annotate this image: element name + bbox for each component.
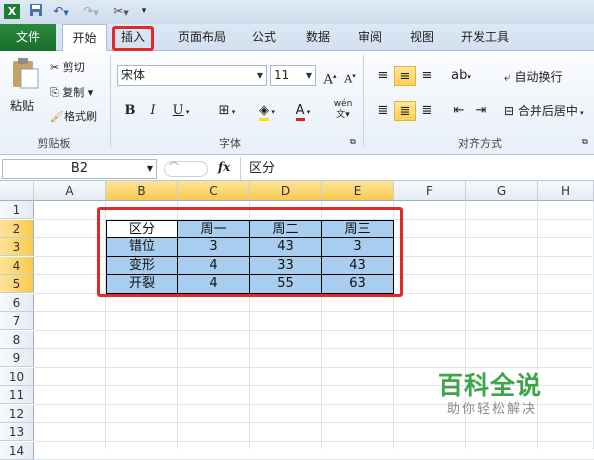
quick-access-toolbar: X ↶▼ ↷▼ ✂▼ ▾ [0,0,594,24]
cut-button[interactable]: ✂ 剪切 [50,59,85,77]
row-header-9[interactable]: 9 [0,349,34,367]
format-painter-button[interactable]: 🖌格式刷 [50,108,97,126]
column-header-B[interactable]: B [106,181,178,201]
row-header-4[interactable]: 4 [0,256,34,275]
align-right-icon[interactable]: ≣ [416,101,438,121]
row-header-5[interactable]: 5 [0,275,34,293]
borders-icon[interactable]: ⊞ ▾ [212,101,242,121]
row-header-3[interactable]: 3 [0,238,34,256]
tab-home[interactable]: 开始 [62,24,107,52]
align-top-icon[interactable]: ≡ [372,66,394,86]
tab-developer[interactable]: 开发工具 [452,24,518,51]
align-bottom-icon[interactable]: ≡ [416,66,438,86]
scissors-icon: ✂ [50,61,63,74]
row-header-7[interactable]: 7 [0,312,34,330]
column-header-F[interactable]: F [394,181,466,201]
font-size-select[interactable]: 11 ▼ [270,65,316,86]
merge-icon: ⊟ [504,104,518,118]
chevron-down-icon: ▼ [256,71,263,80]
font-color-icon[interactable]: A ▾ [288,101,318,121]
bold-button[interactable]: B [119,101,141,121]
formula-resize-icon[interactable]: ⌒ [164,161,208,177]
grow-font-icon[interactable]: A▴ [319,66,341,87]
font-dialog-launcher-icon[interactable]: ⧉ [350,133,356,151]
paste-icon [13,58,39,89]
gridline [34,311,594,312]
watermark-subtitle: 助你轻松解决 [447,402,538,417]
gridline [34,440,594,442]
chevron-down-icon: ▼ [305,71,312,80]
column-header-D[interactable]: D [250,181,322,201]
row-header-6[interactable]: 6 [0,293,34,312]
tab-data[interactable]: 数据 [298,24,338,51]
row-header-2[interactable]: 2 [0,219,34,238]
increase-indent-icon[interactable]: ⇥ [470,101,492,121]
tab-file[interactable]: 文件 [0,24,56,51]
align-center-icon[interactable]: ≣ [394,101,416,121]
gridline [537,201,538,449]
align-left-icon[interactable]: ≣ [372,101,394,121]
function-icon[interactable]: fx [218,160,230,174]
brush-icon: 🖌 [50,110,64,123]
paste-button[interactable]: 粘贴 [8,57,42,121]
save-icon[interactable] [28,3,44,20]
merge-center-button[interactable]: ⊟ 合并后居中 ▾ [504,102,584,122]
shrink-font-icon[interactable]: A▾ [339,66,361,86]
insert-tab-highlight [112,26,154,51]
gridline [34,348,594,349]
wrap-text-icon: ⤶ [504,70,515,84]
wrap-text-button[interactable]: ⤶ 自动换行 [504,68,563,86]
row-header-14[interactable]: 14 [0,441,34,460]
column-header-H[interactable]: H [538,181,594,201]
clipboard-group-label: 剪贴板 [37,137,71,150]
column-header-G[interactable]: G [466,181,538,201]
phonetic-button[interactable]: wén 文▾ [326,99,360,120]
redo-icon[interactable]: ↷▼ [80,3,102,20]
divider [363,55,364,147]
row-header-8[interactable]: 8 [0,330,34,349]
decrease-indent-icon[interactable]: ⇤ [448,101,470,121]
excel-logo-icon[interactable]: X [4,4,20,19]
fill-color-icon[interactable]: ◈ ▾ [252,101,282,121]
tab-review[interactable]: 审阅 [350,24,390,51]
watermark-title: 百科全说 [438,371,543,400]
row-header-10[interactable]: 10 [0,367,34,386]
row-header-1[interactable]: 1 [0,201,34,219]
copy-icon: ⎘ [50,86,63,99]
gridline [34,329,594,331]
italic-button[interactable]: I [142,101,164,121]
row-header-11[interactable]: 11 [0,386,34,404]
divider [110,55,111,147]
formula-bar: B2 ▼ ⌒ fx 区分 [0,157,594,181]
name-box[interactable]: B2 ▼ [2,159,157,179]
ribbon-tab-bar: 文件 开始 插入 页面布局 公式 数据 审阅 视图 开发工具 [0,24,594,52]
row-header-12[interactable]: 12 [0,404,34,423]
paste-label: 粘贴 [10,99,35,113]
gridline [34,422,594,423]
tab-view[interactable]: 视图 [402,24,442,51]
customize-qat-icon[interactable]: ▾ [138,3,150,20]
copy-button[interactable]: ⎘ 复制 ▾ [50,84,93,102]
formula-input[interactable]: 区分 [240,157,594,180]
column-header-A[interactable]: A [34,181,106,201]
orientation-icon[interactable]: ab▾ [446,66,476,86]
font-group-label: 字体 [219,137,241,150]
undo-icon[interactable]: ↶▼ [50,3,72,20]
tab-formulas[interactable]: 公式 [244,24,284,51]
align-middle-icon[interactable]: ≡ [394,66,416,86]
font-name-select[interactable]: 宋体 ▼ [117,65,267,86]
alignment-dialog-launcher-icon[interactable]: ⧉ [582,133,588,151]
select-all-corner[interactable] [0,181,34,201]
row-header-13[interactable]: 13 [0,423,34,441]
tab-page-layout[interactable]: 页面布局 [170,24,234,51]
ribbon-home: 粘贴 ✂ 剪切 ⎘ 复制 ▾ 🖌格式刷 剪贴板 宋体 ▼ 11 ▼ A▴ A▾ B … [0,51,594,155]
table-highlight [97,207,403,297]
column-header-E[interactable]: E [322,181,394,201]
underline-button[interactable]: U ▾ [166,101,196,121]
alignment-group-label: 对齐方式 [458,137,502,150]
tools-icon[interactable]: ✂▼ [110,3,132,20]
column-header-C[interactable]: C [178,181,250,201]
